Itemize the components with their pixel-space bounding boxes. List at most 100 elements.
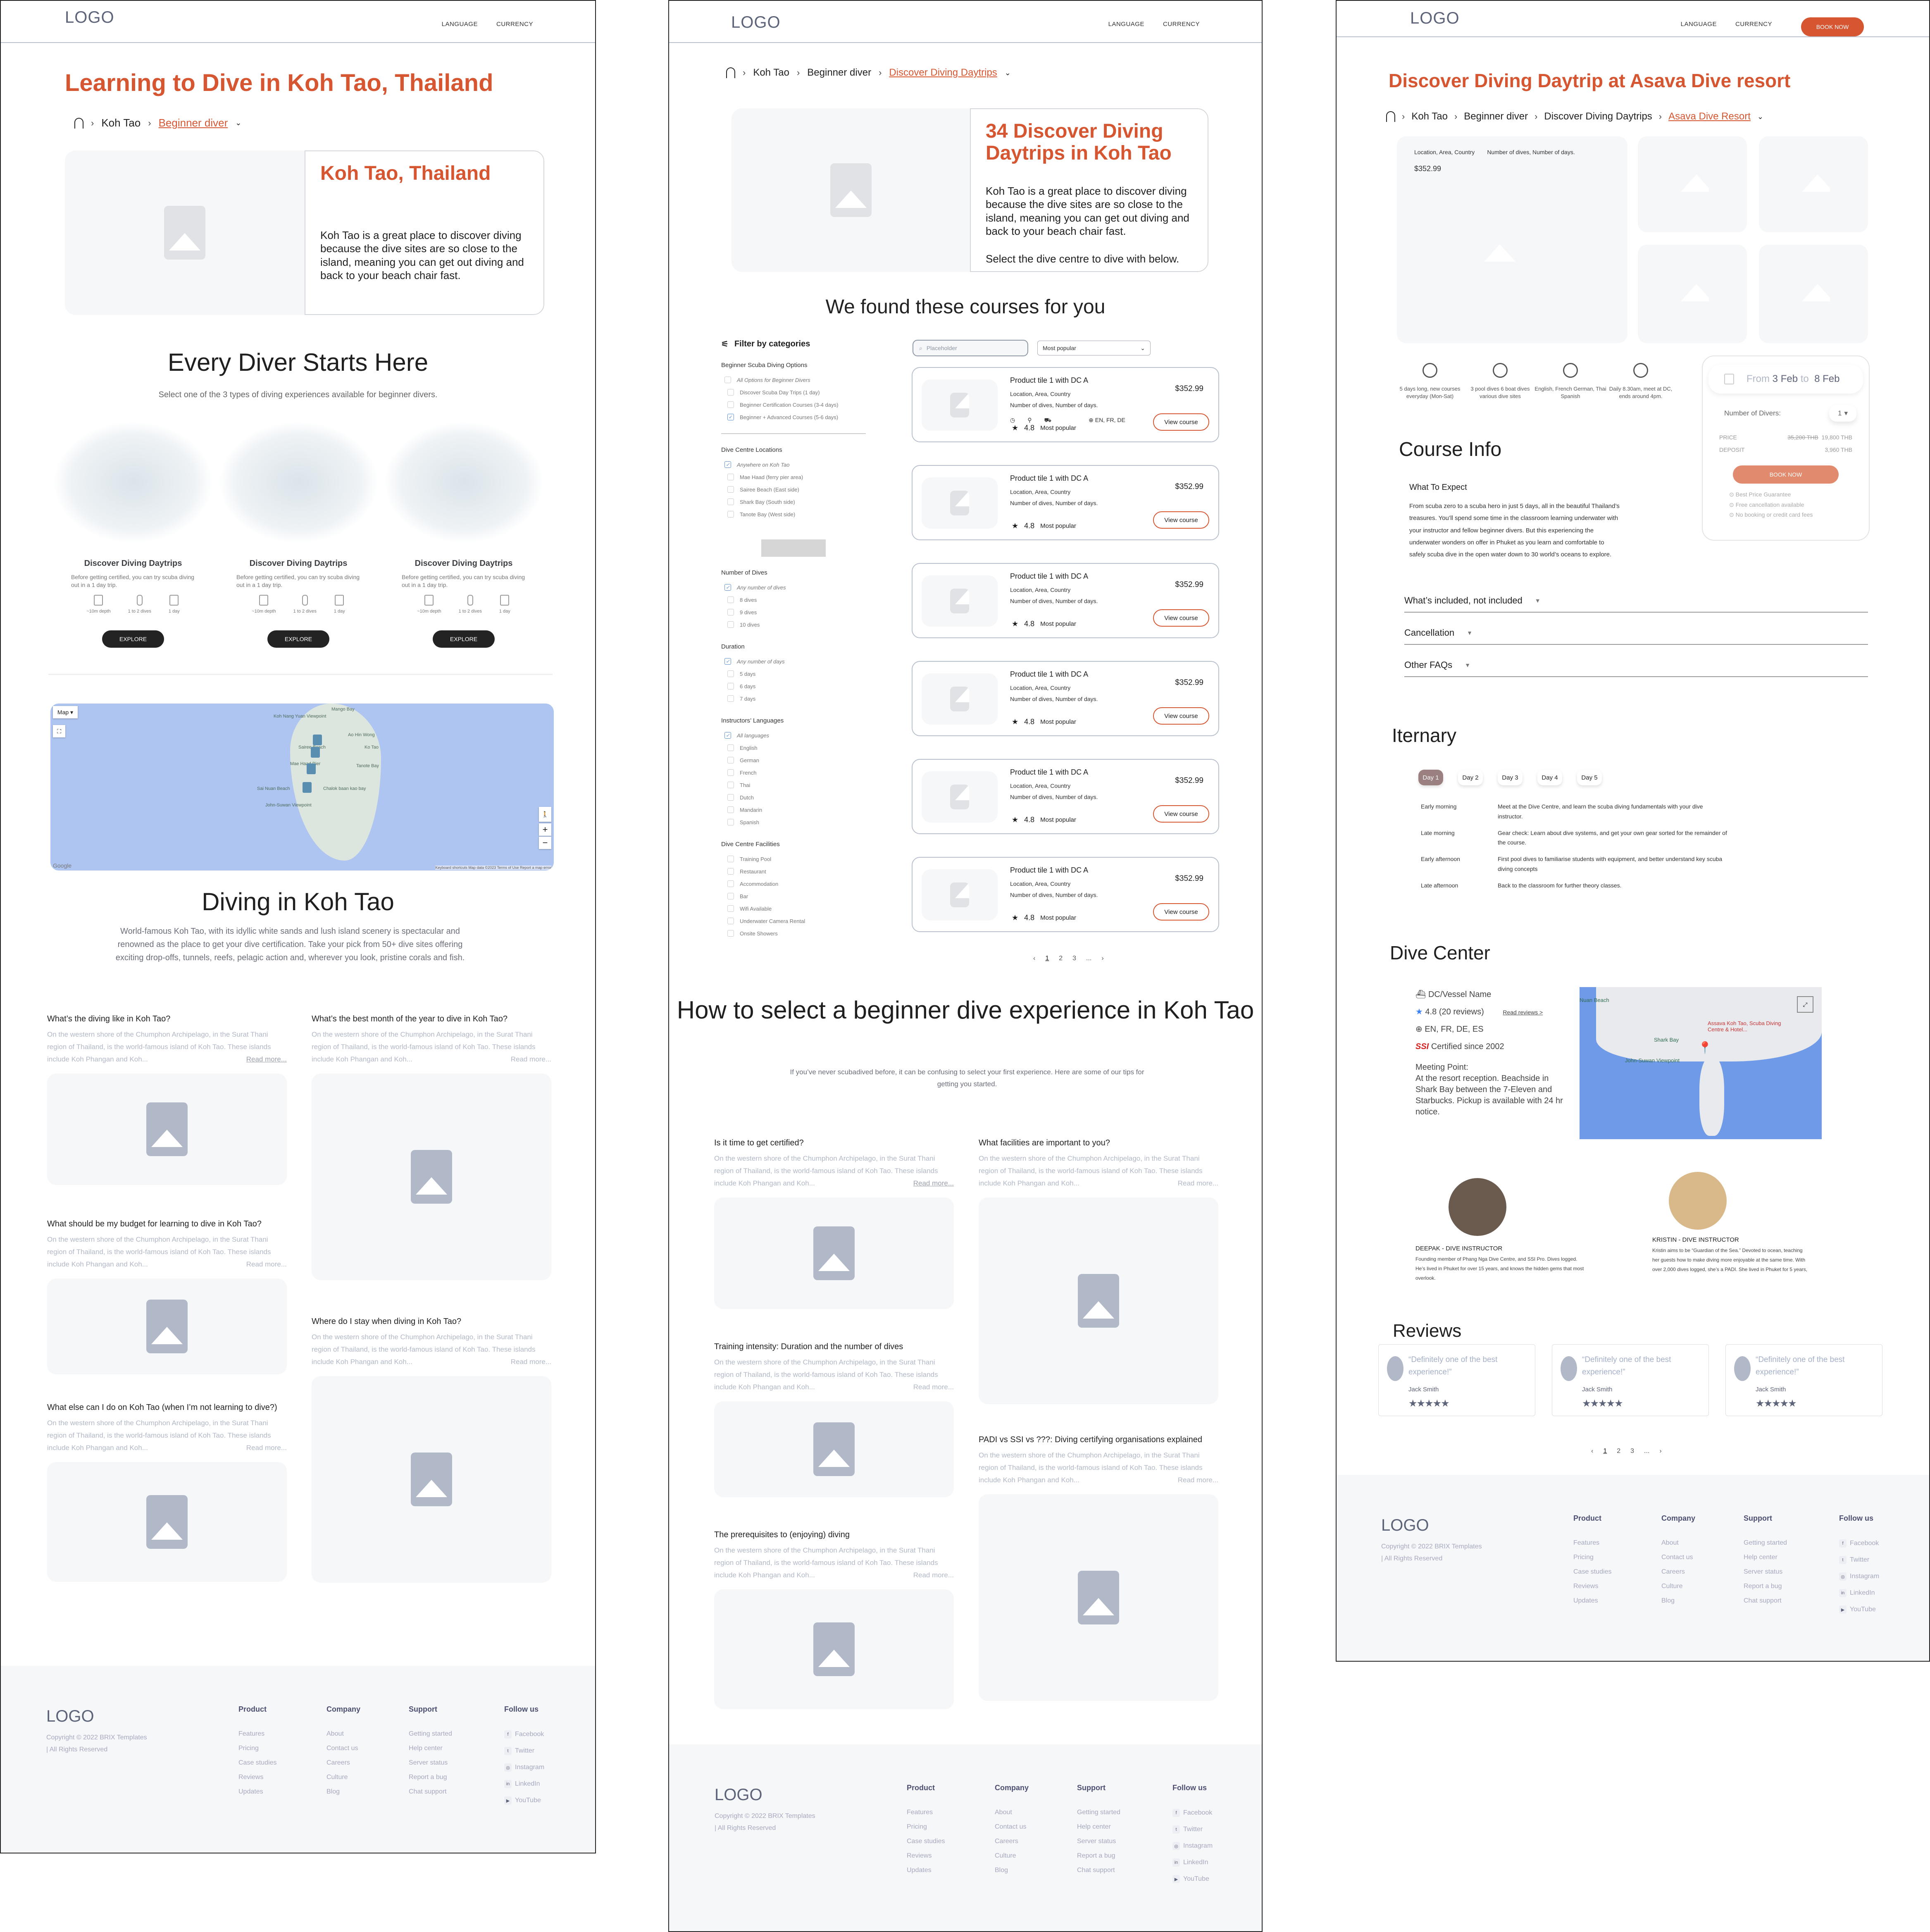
filter-checkbox[interactable]: 9 dives (721, 606, 866, 618)
social-twitter[interactable]: t Twitter (504, 1747, 544, 1755)
checkbox[interactable] (727, 819, 734, 825)
filter-checkbox[interactable]: 10 dives (721, 618, 866, 631)
article-question[interactable]: What’s the best month of the year to div… (312, 1014, 551, 1024)
dive-site-marker-icon[interactable] (303, 782, 312, 793)
checkbox[interactable] (727, 389, 734, 396)
footer-link[interactable]: Help center (1077, 1823, 1120, 1831)
checkbox[interactable]: ✓ (727, 414, 734, 420)
footer-link[interactable]: Report a bug (1744, 1583, 1787, 1590)
footer-link[interactable]: Contact us (995, 1823, 1029, 1831)
footer-link[interactable]: Updates (907, 1867, 945, 1874)
product-tile[interactable]: Product tile 1 with DC A Location, Area,… (912, 367, 1219, 442)
zoom-out-button[interactable]: − (539, 837, 551, 849)
footer-link[interactable]: Careers (995, 1838, 1029, 1845)
breadcrumb-koh-tao[interactable]: Koh Tao (753, 67, 789, 79)
footer-link[interactable]: Server status (1744, 1568, 1787, 1576)
breadcrumb-koh-tao[interactable]: Koh Tao (1411, 111, 1448, 122)
breadcrumb-discover-diving[interactable]: Discover Diving Daytrips (889, 67, 997, 79)
footer-link[interactable]: Careers (326, 1759, 360, 1767)
footer-link[interactable]: Getting started (1744, 1539, 1787, 1547)
breadcrumb-beginner-diver[interactable]: Beginner diver (1464, 111, 1528, 122)
article-question[interactable]: Training intensity: Duration and the num… (714, 1341, 954, 1352)
view-course-button[interactable]: View course (1153, 413, 1209, 431)
footer-link[interactable]: Contact us (1661, 1554, 1695, 1561)
footer-link[interactable]: About (1661, 1539, 1695, 1547)
footer-link[interactable]: Features (907, 1809, 945, 1816)
checkbox[interactable] (727, 596, 734, 603)
search-input[interactable]: ⌕ Placeholder (913, 340, 1028, 356)
footer-link[interactable]: Case studies (238, 1759, 277, 1767)
chevron-down-icon[interactable]: ⌄ (1757, 112, 1763, 121)
social-twitter[interactable]: t Twitter (1839, 1556, 1879, 1564)
home-icon[interactable] (726, 67, 735, 78)
footer-link[interactable]: Blog (1661, 1597, 1695, 1605)
article-question[interactable]: What facilities are important to you? (979, 1138, 1218, 1148)
divers-select[interactable]: 1 ▾ (1829, 405, 1856, 422)
page-number[interactable]: 2 (1617, 1448, 1620, 1455)
explore-button[interactable]: EXPLORE (267, 630, 329, 648)
checkbox[interactable] (727, 511, 734, 518)
language-menu[interactable]: LANGUAGE (1108, 21, 1144, 28)
checkbox[interactable]: ✓ (724, 658, 731, 665)
footer-link[interactable]: Chat support (1077, 1867, 1120, 1874)
page-number[interactable]: ... (1086, 955, 1091, 962)
next-page-icon[interactable]: › (1101, 955, 1103, 962)
footer-link[interactable]: Getting started (409, 1730, 452, 1738)
map-attribution[interactable]: Keyboard shortcuts Map data ©2023 Terms … (435, 866, 551, 870)
page-number[interactable]: 3 (1630, 1448, 1634, 1455)
footer-link[interactable]: Culture (326, 1774, 360, 1781)
social-instagram[interactable]: ◎ Instagram (1172, 1842, 1213, 1850)
checkbox[interactable] (727, 782, 734, 788)
read-more-link[interactable]: Read more... (913, 1381, 954, 1393)
checkbox[interactable]: ✓ (724, 732, 731, 739)
read-more-link[interactable]: Read more... (1178, 1474, 1218, 1486)
gallery-thumb[interactable] (1638, 136, 1747, 232)
read-more-link[interactable]: Read more... (246, 1053, 287, 1066)
checkbox[interactable] (727, 683, 734, 689)
home-icon[interactable] (74, 117, 83, 129)
gallery-thumb[interactable] (1759, 245, 1868, 343)
social-linkedin[interactable]: in LinkedIn (504, 1780, 544, 1788)
social-youtube[interactable]: ▶ YouTube (1172, 1875, 1213, 1883)
footer-link[interactable]: Contact us (326, 1745, 360, 1752)
footer-link[interactable]: Help center (409, 1745, 452, 1752)
book-now-button[interactable]: BOOK NOW (1733, 465, 1839, 484)
sort-select[interactable]: Most popular ⌄ (1037, 341, 1151, 355)
read-reviews-link[interactable]: Read reviews > (1503, 1009, 1543, 1016)
koh-tao-map[interactable]: Map ▾ ⛶ 🚶 + − Mango Bay Koh Nang Yuan Vie… (50, 704, 554, 871)
filter-checkbox[interactable]: Accommodation (721, 878, 866, 890)
checkbox[interactable] (727, 609, 734, 615)
explore-button[interactable]: EXPLORE (102, 630, 164, 648)
read-more-link[interactable]: Read more... (246, 1442, 287, 1454)
page-number[interactable]: 2 (1059, 955, 1063, 962)
footer-link[interactable]: Features (1573, 1539, 1612, 1547)
breadcrumb-asava[interactable]: Asava Dive Resort (1668, 111, 1751, 122)
checkbox[interactable] (727, 794, 734, 801)
page-number[interactable]: 1 (1045, 955, 1049, 962)
checkbox[interactable] (724, 377, 731, 383)
checkbox[interactable] (727, 880, 734, 887)
article-question[interactable]: What’s the diving like in Koh Tao? (47, 1014, 287, 1024)
filter-checkbox[interactable]: Wifi Available (721, 902, 866, 915)
footer-link[interactable]: Pricing (907, 1823, 945, 1831)
view-course-button[interactable]: View course (1153, 609, 1209, 627)
footer-link[interactable]: Chat support (1744, 1597, 1787, 1605)
footer-link[interactable]: Pricing (1573, 1554, 1612, 1561)
home-icon[interactable] (1386, 111, 1395, 122)
filter-checkbox[interactable]: ✓ All languages (721, 729, 866, 742)
accordion-item[interactable]: Cancellation ▼ (1404, 627, 1868, 645)
social-youtube[interactable]: ▶ YouTube (1839, 1605, 1879, 1614)
currency-menu[interactable]: CURRENCY (496, 21, 533, 28)
footer-link[interactable]: Blog (326, 1788, 360, 1796)
checkbox[interactable] (727, 744, 734, 751)
logo[interactable]: LOGO (731, 13, 781, 32)
article-question[interactable]: Where do I stay when diving in Koh Tao? (312, 1316, 551, 1327)
filter-checkbox[interactable]: Training Pool (721, 853, 866, 865)
footer-link[interactable]: Server status (409, 1759, 452, 1767)
filter-checkbox[interactable]: ✓ Anywhere on Koh Tao (721, 458, 866, 471)
day-tab[interactable]: Day 2 (1458, 770, 1483, 785)
chevron-down-icon[interactable]: ⌄ (1005, 69, 1011, 77)
filter-checkbox[interactable]: ✓ Beginner + Advanced Courses (5-6 days) (721, 411, 866, 423)
social-linkedin[interactable]: in LinkedIn (1839, 1589, 1879, 1597)
gallery-thumb[interactable] (1759, 136, 1868, 232)
